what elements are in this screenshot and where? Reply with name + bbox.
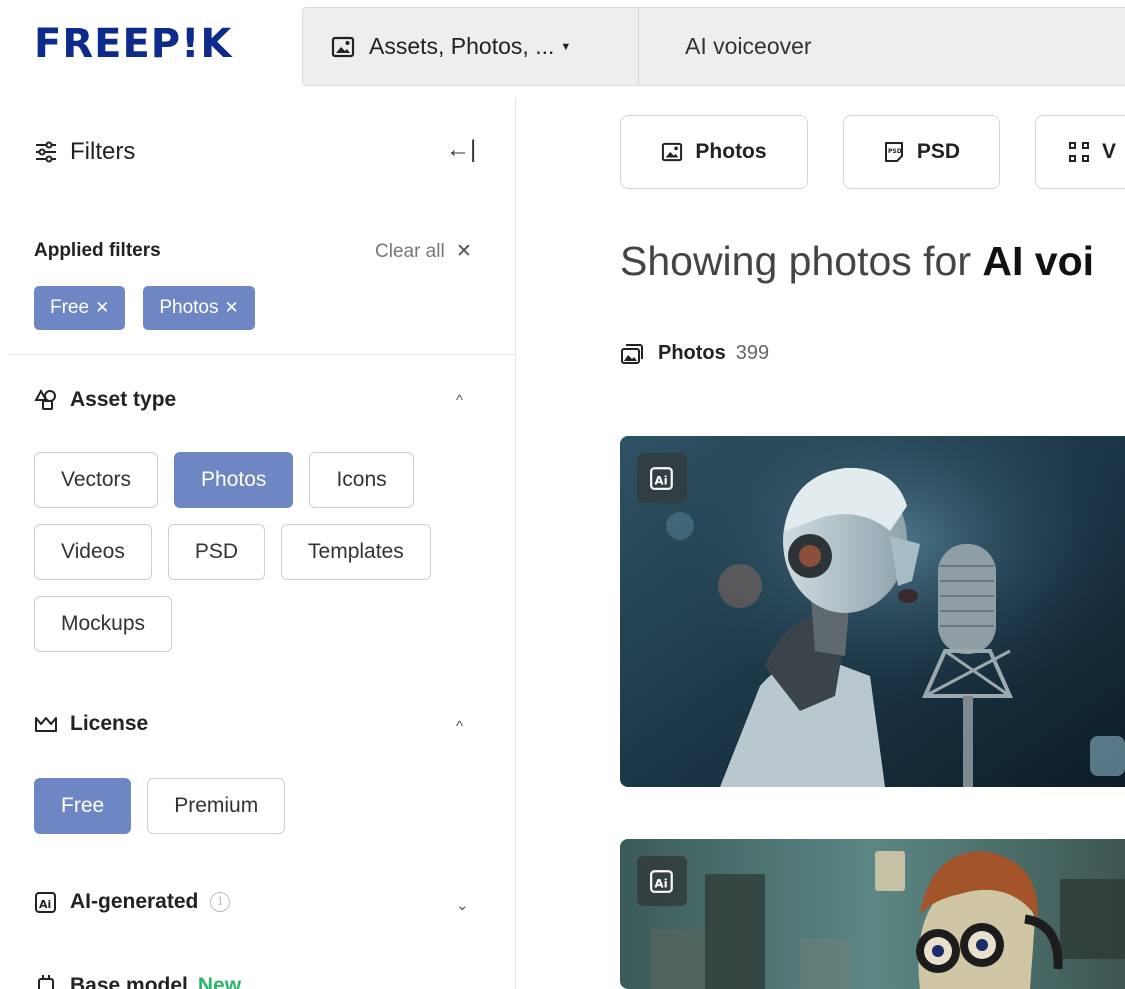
license-option-premium[interactable]: Premium [147,778,286,834]
asset-option-templates[interactable]: Templates [281,524,431,580]
search-input[interactable] [639,8,1125,85]
svg-text:Ai: Ai [654,877,667,891]
psd-file-icon: PSD [884,142,903,162]
tab-photos[interactable]: Photos [620,115,808,189]
caret-down-icon: ▼ [560,40,572,53]
close-icon: ✕ [455,241,472,262]
license-option-free[interactable]: Free [34,778,132,834]
asset-type-title: Asset type [70,388,177,411]
svg-text:Ai: Ai [39,898,51,911]
tab-label: V [1102,140,1117,163]
divider [8,354,516,355]
images-icon [621,343,643,364]
result-card[interactable]: Ai [620,436,1125,787]
asset-option-icons[interactable]: Icons [309,452,414,508]
search-bar: Assets, Photos, ... ▼ [302,7,1125,86]
chip-icon [38,975,54,989]
results-heading: Showing photos for AI voi [620,238,1094,285]
count-value: 399 [735,342,770,364]
applied-chip-free[interactable]: Free ✕ [34,286,126,330]
asset-type-options: Vectors Photos Icons Videos PSD Template… [34,452,474,652]
type-tabs: Photos PSD PSD V [620,115,1125,189]
svg-text:PSD: PSD [888,148,902,155]
asset-option-psd[interactable]: PSD [167,524,266,580]
robot-singer-image [620,436,1125,787]
heading-prefix: Showing photos for [620,238,983,284]
shapes-icon [34,388,56,410]
top-header: FREEP!K Assets, Photos, ... ▼ [0,0,1125,86]
new-badge: New [197,974,242,989]
image-icon [331,36,355,57]
asset-option-photos[interactable]: Photos [174,452,294,508]
clear-all-button[interactable]: Clear all ✕ [375,240,472,263]
chevron-down-icon[interactable]: ⌄ [456,896,469,914]
chip-label: Photos [159,297,219,318]
image-icon [662,142,683,162]
filters-title: Filters [70,138,136,165]
sliders-icon [36,141,56,163]
license-options: Free Premium [34,778,474,834]
tab-label: PSD [916,140,961,163]
applied-filters-title: Applied filters [34,240,161,261]
asset-type-section-header[interactable]: Asset type [34,388,176,412]
clear-all-label: Clear all [375,241,445,262]
asset-option-videos[interactable]: Videos [34,524,152,580]
ai-generated-badge: Ai [637,453,687,503]
info-icon[interactable]: i [210,892,231,912]
chip-label: Free [50,297,90,318]
applied-chips: Free ✕ Photos ✕ [34,286,255,330]
base-model-section-header[interactable]: Base model New [34,974,241,989]
cartoon-character-image [620,839,1125,989]
count-label: Photos [658,342,726,364]
vector-nodes-icon [1069,142,1089,162]
tab-label: Photos [695,140,767,163]
filters-sidebar: Filters ←| Applied filters Clear all ✕ F… [0,98,516,989]
ai-generated-title: AI-generated [70,890,199,913]
result-card[interactable]: Ai [620,839,1125,989]
crown-icon [35,717,57,732]
close-icon: ✕ [224,298,239,317]
svg-text:Ai: Ai [654,474,667,488]
base-model-title: Base model [70,974,188,989]
asset-option-mockups[interactable]: Mockups [34,596,173,652]
asset-type-dropdown-label: Assets, Photos, ... [369,33,555,59]
asset-option-vectors[interactable]: Vectors [34,452,159,508]
ai-icon: Ai [650,870,673,893]
chevron-up-icon[interactable]: ^ [456,392,463,409]
results-main: Photos PSD PSD V Showing photos for AI v… [517,98,1125,989]
close-icon: ✕ [95,298,110,317]
collapse-sidebar-icon[interactable]: ←| [446,136,476,164]
results-count: Photos 399 [620,342,769,365]
asset-type-dropdown[interactable]: Assets, Photos, ... ▼ [303,8,639,85]
tab-psd[interactable]: PSD PSD [843,115,1000,189]
ai-generated-badge: Ai [637,856,687,906]
tab-vectors[interactable]: V [1035,115,1125,189]
filters-header: Filters [34,138,135,166]
applied-chip-photos[interactable]: Photos ✕ [143,286,255,330]
license-title: License [70,712,149,735]
freepik-logo[interactable]: FREEP!K [34,22,232,66]
heading-query: AI voi [982,238,1095,284]
chevron-up-icon[interactable]: ^ [456,718,463,735]
license-section-header[interactable]: License [34,712,148,736]
ai-icon: Ai [650,467,673,490]
ai-icon: Ai [35,892,56,913]
ai-generated-section-header[interactable]: Ai AI-generated i [34,890,231,914]
